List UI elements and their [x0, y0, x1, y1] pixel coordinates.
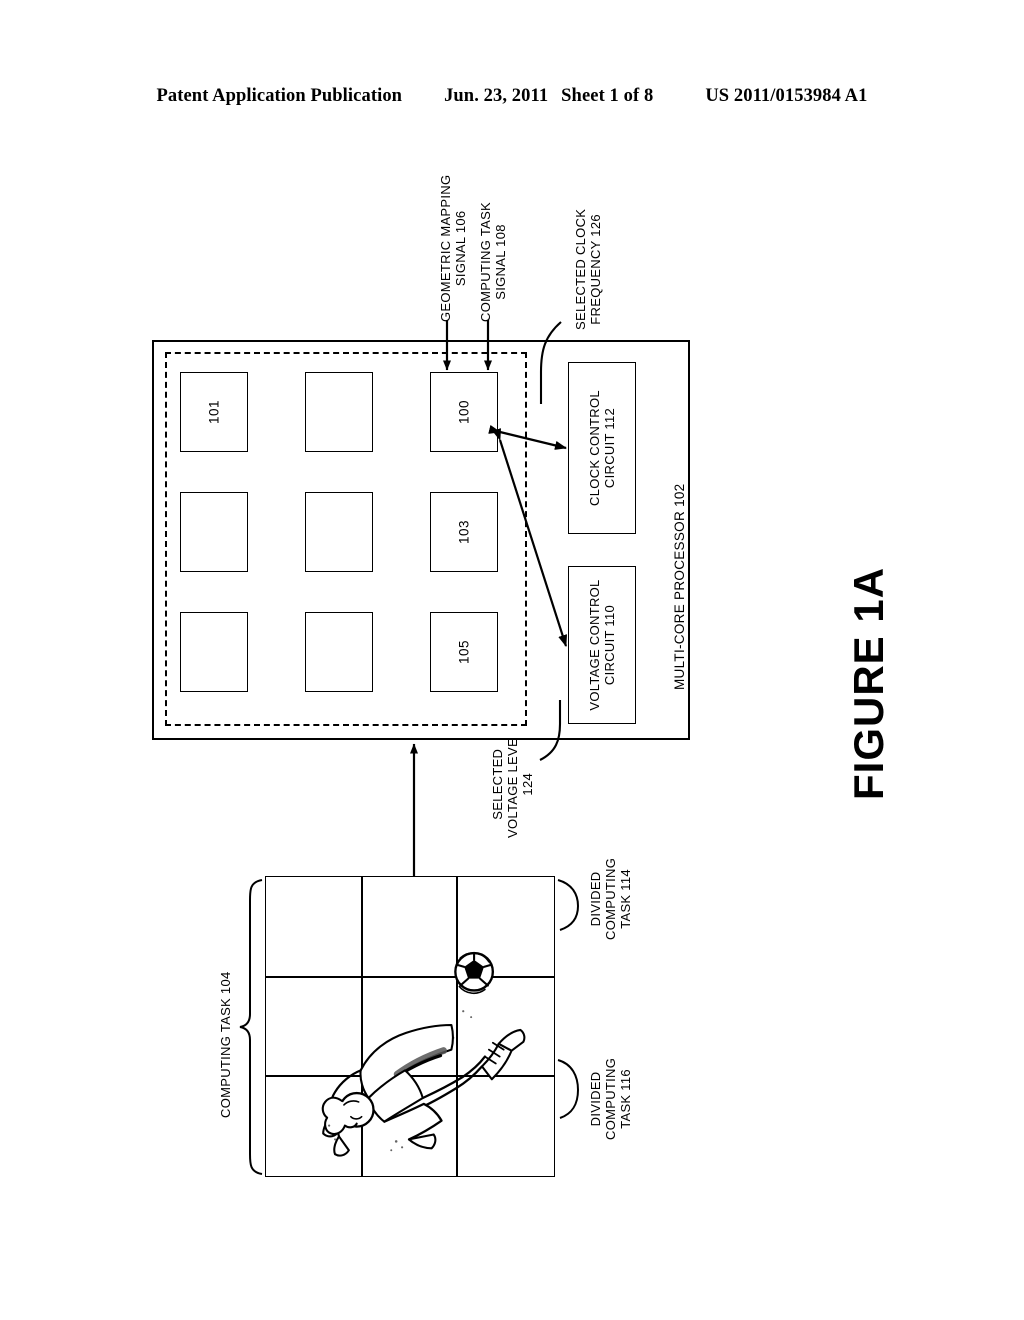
core-label: 103 [456, 519, 472, 545]
callout-divided-computing-task-116: DIVIDED COMPUTING TASK 116 [588, 1057, 633, 1140]
core-blank-r0c1[interactable] [305, 372, 373, 452]
soccer-player-illustration [321, 951, 526, 1157]
callout-computing-task-signal: COMPUTING TASK SIGNAL 108 [478, 201, 508, 322]
soccer-ball-icon [454, 951, 495, 995]
clock-control-circuit-label: CLOCK CONTROL CIRCUIT 112 [587, 390, 617, 506]
callout-selected-voltage-level: SELECTED VOLTAGE LEVEL 124 [490, 730, 535, 838]
core-blank-r1c1[interactable] [305, 492, 373, 572]
callout-selected-clock-frequency: SELECTED CLOCK FREQUENCY 126 [573, 208, 603, 330]
core-103[interactable]: 103 [430, 492, 498, 572]
voltage-control-circuit-label: VOLTAGE CONTROL CIRCUIT 110 [587, 579, 617, 711]
core-blank-r2c0[interactable] [180, 612, 248, 692]
core-101[interactable]: 101 [180, 372, 248, 452]
processor-label: MULTI-CORE PROCESSOR 102 [672, 483, 687, 691]
core-blank-r2c1[interactable] [305, 612, 373, 692]
core-100[interactable]: 100 [430, 372, 498, 452]
callout-geometric-mapping-signal: GEOMETRIC MAPPING SIGNAL 106 [438, 174, 468, 322]
core-label: 101 [206, 399, 222, 425]
core-label: 100 [456, 399, 472, 425]
callout-divided-computing-task-114: DIVIDED COMPUTING TASK 114 [588, 857, 633, 940]
callout-computing-task-104: COMPUTING TASK 104 [218, 971, 233, 1118]
brace-divided-computing-task-114 [557, 879, 580, 931]
core-blank-r1c0[interactable] [180, 492, 248, 572]
core-105[interactable]: 105 [430, 612, 498, 692]
clock-control-circuit[interactable]: CLOCK CONTROL CIRCUIT 112 [568, 362, 636, 534]
brace-computing-task-104 [239, 879, 263, 1175]
core-label: 105 [456, 639, 472, 665]
figure-caption: FIGURE 1A [845, 566, 892, 800]
voltage-control-circuit[interactable]: VOLTAGE CONTROL CIRCUIT 110 [568, 566, 636, 724]
patent-figure: GEOMETRIC MAPPING SIGNAL 106 COMPUTING T… [0, 0, 1024, 1320]
brace-divided-computing-task-116 [557, 1059, 580, 1119]
computing-task-image[interactable] [265, 876, 555, 1177]
